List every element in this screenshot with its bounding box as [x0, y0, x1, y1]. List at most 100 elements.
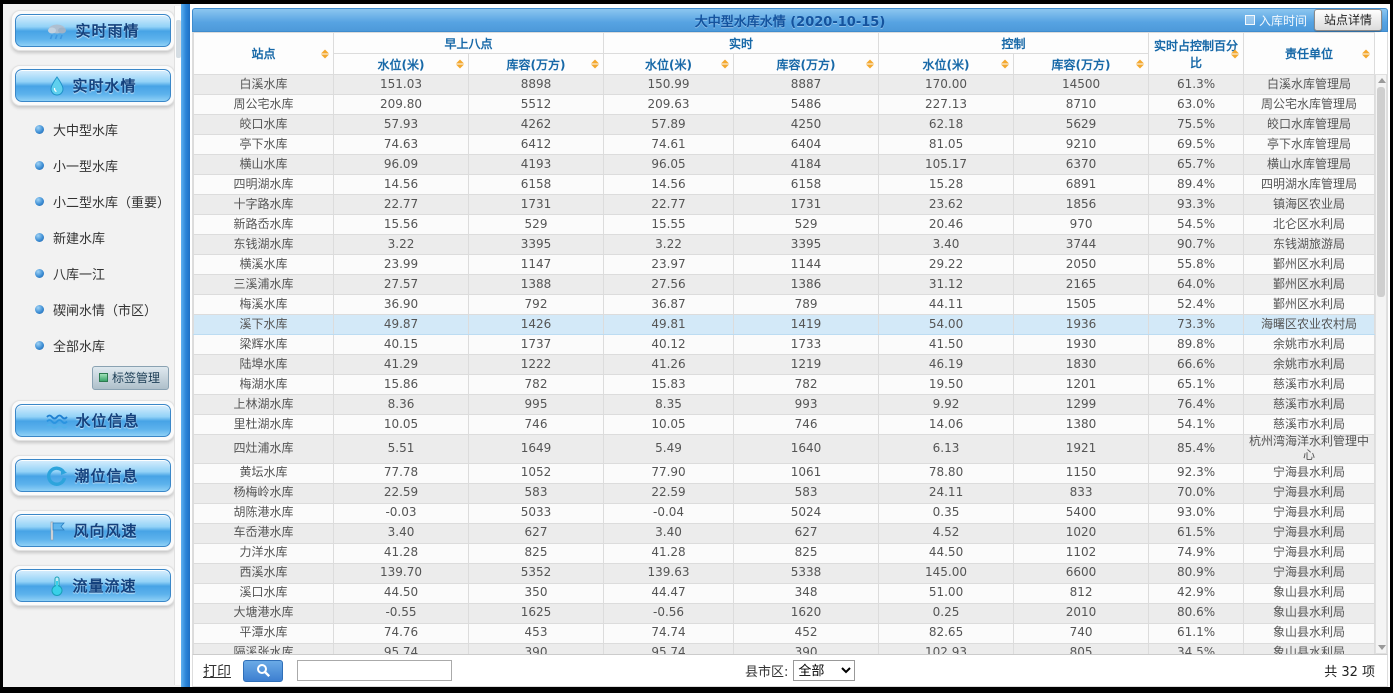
table-row[interactable]: 杨梅岭水库22.5958322.5958324.1183370.0%宁海县水利局: [194, 483, 1375, 503]
bullet-icon: [35, 125, 44, 134]
table-cell: 740: [1014, 623, 1149, 643]
table-row[interactable]: 力洋水库41.2882541.2882544.50110274.9%宁海县水利局: [194, 543, 1375, 563]
table-row[interactable]: 溪口水库44.5035044.4734851.0081242.9%象山县水利局: [194, 583, 1375, 603]
sidebar-menu-item[interactable]: 新建水库: [35, 228, 177, 247]
table-cell: 5512: [469, 95, 604, 115]
table-row[interactable]: 亭下水库74.63641274.61640481.05921069.5%亭下水库…: [194, 135, 1375, 155]
table-row[interactable]: 梁辉水库40.15173740.12173341.50193089.8%余姚市水…: [194, 335, 1375, 355]
table-row[interactable]: 白溪水库151.038898150.998887170.001450061.3%…: [194, 75, 1375, 95]
table-scrollbar[interactable]: [1375, 74, 1387, 654]
tag-manage-button[interactable]: 标签管理: [92, 366, 169, 390]
tide-level-label: 潮位信息: [74, 465, 138, 486]
sidebar-menu-label: 小一型水库: [53, 156, 118, 175]
sidebar-menu-item[interactable]: 小二型水库（重要）: [35, 192, 177, 211]
table-cell: 镇海区农业局: [1244, 195, 1375, 215]
col-header-morning-level[interactable]: 水位(米): [334, 54, 469, 75]
table-row[interactable]: 上林湖水库8.369958.359939.92129976.4%慈溪市水利局: [194, 395, 1375, 415]
table-row[interactable]: 陆埠水库41.29122241.26121946.19183066.6%余姚市水…: [194, 355, 1375, 375]
sidebar-menu-item[interactable]: 八库一江: [35, 264, 177, 283]
sort-icon[interactable]: [456, 60, 464, 69]
table-cell: 3.22: [604, 235, 734, 255]
scroll-up-icon[interactable]: [1378, 78, 1386, 83]
water-level-button[interactable]: 水位信息: [15, 404, 171, 437]
col-header-realtime-capacity[interactable]: 库容(万方): [734, 54, 879, 75]
sort-icon[interactable]: [321, 49, 329, 58]
bullet-icon: [35, 161, 44, 170]
col-header-realtime-level[interactable]: 水位(米): [604, 54, 734, 75]
sort-icon[interactable]: [721, 60, 729, 69]
table-cell: 41.50: [879, 335, 1014, 355]
table-row[interactable]: 四明湖水库14.56615814.56615815.28689189.4%四明湖…: [194, 175, 1375, 195]
table-cell: 74.74: [604, 623, 734, 643]
table-cell: 1921: [1014, 435, 1149, 464]
intake-time-toggle[interactable]: 入库时间: [1245, 12, 1307, 29]
col-header-control-level[interactable]: 水位(米): [879, 54, 1014, 75]
table-row[interactable]: 大塘港水库-0.551625-0.5616200.25201080.6%象山县水…: [194, 603, 1375, 623]
table-row[interactable]: 西溪水库139.705352139.635338145.00660080.9%宁…: [194, 563, 1375, 583]
sidebar-menu-item[interactable]: 大中型水库: [35, 120, 177, 139]
col-header-control-capacity[interactable]: 库容(万方): [1014, 54, 1149, 75]
table-cell: 慈溪市水利局: [1244, 415, 1375, 435]
table-cell: 825: [734, 543, 879, 563]
table-row[interactable]: 溪下水库49.87142649.81141954.00193673.3%海曙区农…: [194, 315, 1375, 335]
station-name-cell: 四灶浦水库: [194, 435, 334, 464]
table-row[interactable]: 隔溪张水库95.7439095.74390102.9380534.5%象山县水利…: [194, 643, 1375, 654]
table-cell: 宁海县水利局: [1244, 463, 1375, 483]
sort-icon[interactable]: [1362, 49, 1370, 58]
realtime-rain-button[interactable]: 实时雨情: [15, 14, 171, 47]
table-cell: 2050: [1014, 255, 1149, 275]
table-cell: 6404: [734, 135, 879, 155]
table-cell: 横山水库管理局: [1244, 155, 1375, 175]
print-link[interactable]: 打印: [203, 661, 231, 681]
col-header-unit[interactable]: 责任单位: [1244, 33, 1375, 75]
sidebar-menu-item[interactable]: 碶闸水情（市区）: [35, 300, 177, 319]
station-detail-button[interactable]: 站点详情: [1314, 9, 1382, 31]
table-row[interactable]: 皎口水库57.93426257.89425062.18562975.5%皎口水库…: [194, 115, 1375, 135]
table-cell: 周公宅水库管理局: [1244, 95, 1375, 115]
flow-button[interactable]: 流量流速: [15, 569, 171, 602]
sort-icon[interactable]: [1001, 60, 1009, 69]
col-header-morning-capacity[interactable]: 库容(万方): [469, 54, 604, 75]
wind-label: 风向风速: [73, 520, 137, 541]
table-row[interactable]: 新路岙水库15.5652915.5552920.4697054.5%北仑区水利局: [194, 215, 1375, 235]
county-select[interactable]: 全部: [793, 660, 855, 681]
scroll-down-icon[interactable]: [1378, 645, 1386, 650]
table-row[interactable]: 十字路水库22.77173122.77173123.62185693.3%镇海区…: [194, 195, 1375, 215]
table-row[interactable]: 三溪浦水库27.57138827.56138631.12216564.0%鄞州区…: [194, 275, 1375, 295]
col-header-station[interactable]: 站点: [194, 33, 334, 75]
sidebar-scrollbar[interactable]: [174, 6, 181, 685]
sort-icon[interactable]: [1136, 60, 1144, 69]
sort-icon[interactable]: [591, 60, 599, 69]
table-row[interactable]: 周公宅水库209.805512209.635486227.13871063.0%…: [194, 95, 1375, 115]
table-row[interactable]: 平潭水库74.7645374.7445282.6574061.1%象山县水利局: [194, 623, 1375, 643]
search-button[interactable]: [243, 660, 283, 682]
table-row[interactable]: 横溪水库23.99114723.97114429.22205055.8%鄞州区水…: [194, 255, 1375, 275]
table-row[interactable]: 车岙港水库3.406273.406274.52102061.5%宁海县水利局: [194, 523, 1375, 543]
table-row[interactable]: 梅溪水库36.9079236.8778944.11150552.4%鄞州区水利局: [194, 295, 1375, 315]
realtime-water-button[interactable]: 实时水情: [15, 69, 171, 102]
station-name-cell: 梁辉水库: [194, 335, 334, 355]
sort-icon[interactable]: [866, 60, 874, 69]
table-row[interactable]: 胡陈港水库-0.035033-0.0450240.35540093.0%宁海县水…: [194, 503, 1375, 523]
tide-level-button[interactable]: 潮位信息: [15, 459, 171, 492]
table-cell: 96.09: [334, 155, 469, 175]
table-scrollbar-thumb[interactable]: [1377, 87, 1385, 297]
sidebar-menu-label: 碶闸水情（市区）: [53, 300, 157, 319]
table-cell: 529: [469, 215, 604, 235]
station-name-cell: 梅湖水库: [194, 375, 334, 395]
table-cell: 40.15: [334, 335, 469, 355]
wind-button[interactable]: 风向风速: [15, 514, 171, 547]
search-input[interactable]: [297, 660, 452, 681]
sort-icon[interactable]: [1231, 49, 1239, 58]
table-row[interactable]: 梅湖水库15.8678215.8378219.50120165.1%慈溪市水利局: [194, 375, 1375, 395]
table-row[interactable]: 里杜湖水库10.0574610.0574614.06138054.1%慈溪市水利…: [194, 415, 1375, 435]
table-cell: 象山县水利局: [1244, 623, 1375, 643]
col-header-percent[interactable]: 实时占控制百分比: [1149, 33, 1244, 75]
sidebar-menu-item[interactable]: 全部水库: [35, 336, 177, 355]
table-row[interactable]: 黄坛水库77.78105277.90106178.80115092.3%宁海县水…: [194, 463, 1375, 483]
sidebar-menu-item[interactable]: 小一型水库: [35, 156, 177, 175]
table-cell: 14.56: [334, 175, 469, 195]
table-row[interactable]: 四灶浦水库5.5116495.4916406.13192185.4%杭州湾海洋水…: [194, 435, 1375, 464]
table-row[interactable]: 横山水库96.09419396.054184105.17637065.7%横山水…: [194, 155, 1375, 175]
table-row[interactable]: 东钱湖水库3.2233953.2233953.40374490.7%东钱湖旅游局: [194, 235, 1375, 255]
